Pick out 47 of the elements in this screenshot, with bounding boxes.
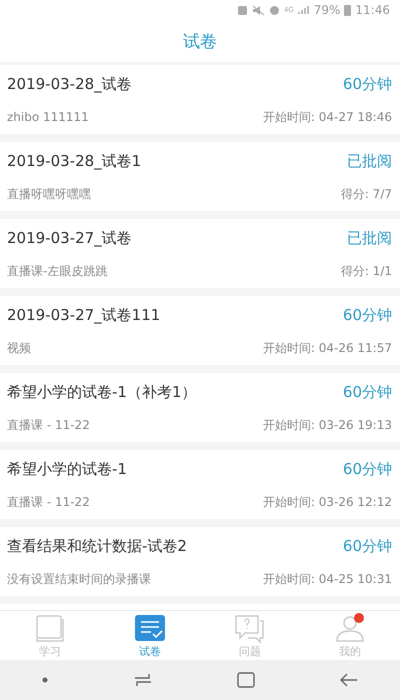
list-icon bbox=[133, 612, 167, 642]
course-name: zhibo 111111 bbox=[7, 110, 89, 124]
exam-card[interactable]: 希望小学的试卷-1 60分钟 直播课 - 11-22 开始时间: 03-26 12:12 bbox=[0, 450, 400, 519]
course-name: 直播课-左眼皮跳跳 bbox=[7, 263, 108, 280]
course-name: 没有设置结束时间的录播课 bbox=[7, 571, 151, 588]
exam-title: 希望小学的试卷-1 bbox=[7, 460, 127, 479]
exam-title: 2019-03-28_试卷1 bbox=[7, 152, 142, 171]
exam-status: 60分钟 bbox=[342, 383, 392, 402]
battery-percent: 79% bbox=[314, 3, 340, 17]
exam-info: 开始时间: 03-26 12:12 bbox=[262, 494, 392, 511]
exam-info: 开始时间: 04-25 10:31 bbox=[262, 571, 392, 588]
exam-status: 60分钟 bbox=[342, 306, 392, 325]
clock-time: 11:46 bbox=[355, 3, 390, 17]
exam-card[interactable]: 查看结果和统计数据-试卷2 60分钟 没有设置结束时间的录播课 开始时间: 04-25 10:31 bbox=[0, 527, 400, 596]
course-name: 直播课 - 11-22 bbox=[7, 494, 90, 511]
signal-icon bbox=[298, 5, 310, 15]
exam-card[interactable]: 2019-03-28_试卷1 已批阅 直播呀嘿呀嘿嘿 得分: 7/7 bbox=[0, 142, 400, 211]
exam-info: 得分: 7/7 bbox=[340, 186, 392, 203]
exam-title: 2019-03-27_试卷 bbox=[7, 229, 132, 248]
home-icon[interactable] bbox=[237, 672, 256, 688]
exam-info: 开始时间: 03-26 19:13 bbox=[262, 417, 392, 434]
exam-info: 开始时间: 04-26 11:57 bbox=[262, 340, 392, 357]
exam-status: 已批阅 bbox=[347, 229, 392, 248]
dot-icon[interactable] bbox=[42, 677, 48, 683]
back-icon[interactable] bbox=[340, 673, 358, 687]
exam-status: 60分钟 bbox=[342, 537, 392, 556]
course-name: 直播呀嘿呀嘿嘿 bbox=[7, 186, 91, 203]
exam-title: 2019-03-28_试卷 bbox=[7, 75, 132, 94]
exam-title: 希望小学的试卷-1（补考1） bbox=[7, 383, 196, 402]
exam-card[interactable]: 2019-03-27_试卷111 60分钟 视频 开始时间: 04-26 11:57 bbox=[0, 296, 400, 365]
course-name: 直播课 - 11-22 bbox=[7, 417, 90, 434]
page-title: 试卷 bbox=[183, 30, 217, 52]
exam-card[interactable]: 希望小学的试卷-1（补考1） 60分钟 直播课 - 11-22 开始时间: 03-26 19:13 bbox=[0, 373, 400, 442]
exam-info: 开始时间: 04-27 18:46 bbox=[262, 109, 392, 126]
battery-icon bbox=[344, 4, 352, 16]
exam-title: 2019-03-27_试卷111 bbox=[7, 306, 160, 325]
exam-card[interactable]: 2019-03-27_试卷 已批阅 直播课-左眼皮跳跳 得分: 1/1 bbox=[0, 219, 400, 288]
course-name: 视频 bbox=[7, 340, 31, 357]
recents-icon[interactable] bbox=[132, 673, 153, 687]
exam-title: 查看结果和统计数据-试卷2 bbox=[7, 537, 187, 556]
question-icon bbox=[233, 612, 267, 642]
exam-info: 得分: 1/1 bbox=[340, 263, 392, 280]
exam-status: 已批阅 bbox=[347, 152, 392, 171]
exam-status: 60分钟 bbox=[342, 460, 392, 479]
exam-status: 60分钟 bbox=[342, 75, 392, 94]
mute-icon bbox=[252, 4, 265, 16]
exam-card[interactable]: 2019-03-28_试卷 60分钟 zhibo 111111 开始时间: 04-27 18:46 bbox=[0, 65, 400, 134]
